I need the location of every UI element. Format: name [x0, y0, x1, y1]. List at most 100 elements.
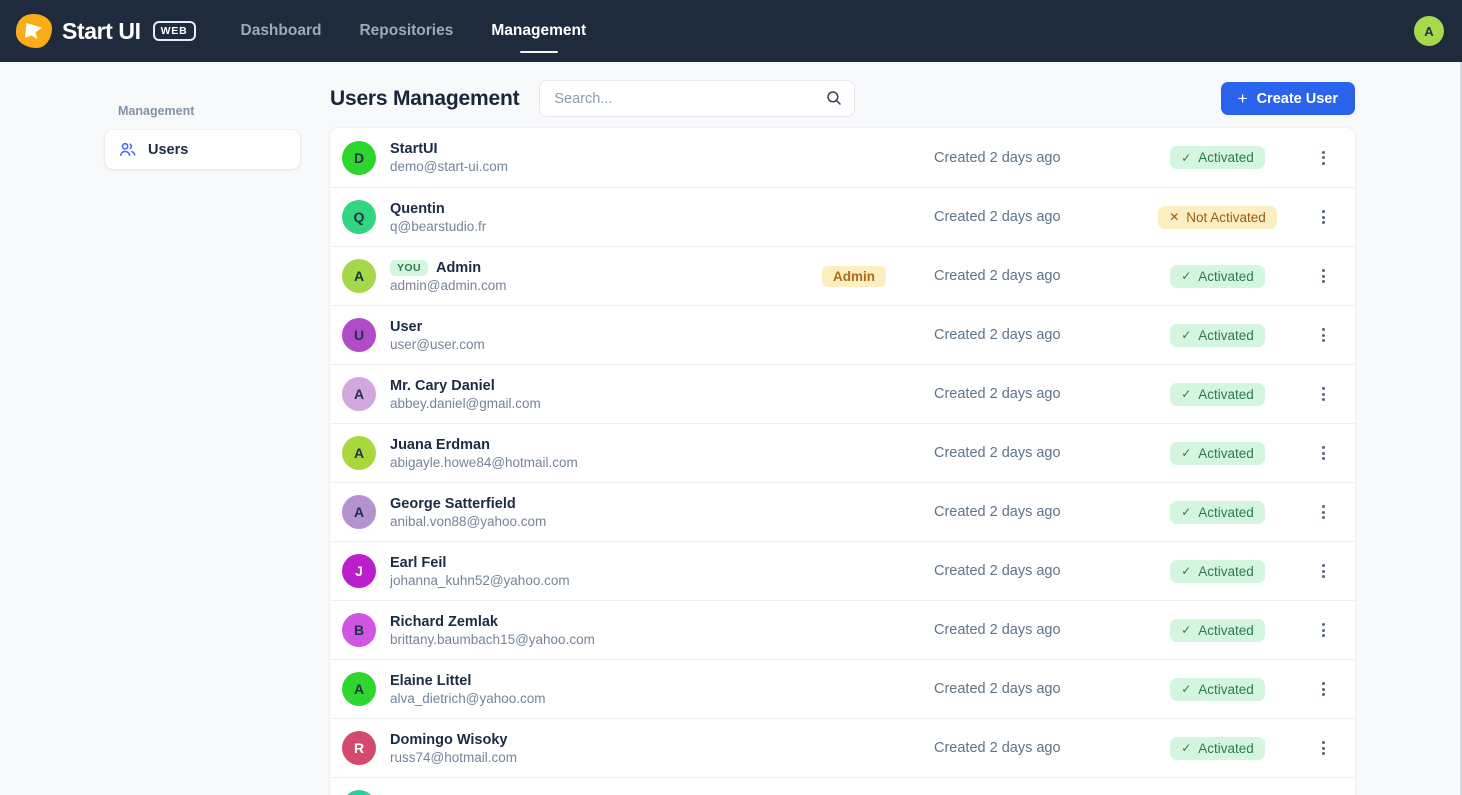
- startui-logo-icon: [16, 14, 52, 48]
- search-input[interactable]: [539, 80, 855, 117]
- status-badge: ✓ Activated: [1170, 501, 1265, 524]
- row-actions-menu-button[interactable]: [1303, 735, 1343, 761]
- user-row-left: U User user@user.com: [342, 318, 934, 352]
- kebab-icon: [1322, 387, 1325, 401]
- user-name-link[interactable]: Quentin: [390, 201, 445, 217]
- user-identity: Elaine Littel alva_dietrich@yahoo.com: [390, 673, 546, 706]
- user-identity: Quentin q@bearstudio.fr: [390, 201, 486, 234]
- user-avatar: R: [342, 731, 376, 765]
- user-name-line: User: [390, 319, 485, 335]
- status-column: ✓ Activated: [1132, 146, 1303, 169]
- created-text: Created 2 days ago: [934, 563, 1132, 579]
- status-badge: ✓ Activated: [1170, 324, 1265, 347]
- status-column: ✓ Activated: [1132, 501, 1303, 524]
- user-avatar: A: [342, 377, 376, 411]
- created-text: Created 2 days ago: [934, 504, 1132, 520]
- logo-arrow-icon: [25, 23, 42, 39]
- status-icon: ✓: [1181, 328, 1191, 342]
- row-actions-menu-button[interactable]: [1303, 322, 1343, 348]
- main-content: Users Management + Create User D: [330, 62, 1462, 795]
- created-text: Created 2 days ago: [934, 327, 1132, 343]
- user-name-link[interactable]: Richard Zemlak: [390, 614, 498, 630]
- user-row-left: Max Hilll: [342, 790, 934, 795]
- user-name-link[interactable]: Earl Feil: [390, 555, 446, 571]
- user-name-link[interactable]: User: [390, 319, 422, 335]
- status-label: Activated: [1198, 564, 1254, 579]
- user-row-left: J Earl Feil johanna_kuhn52@yahoo.com: [342, 554, 934, 588]
- user-row: A Juana Erdman abigayle.howe84@hotmail.c…: [330, 423, 1355, 482]
- account-avatar[interactable]: A: [1414, 16, 1444, 46]
- status-badge: ✕ Not Activated: [1158, 206, 1277, 229]
- web-badge: WEB: [153, 21, 196, 41]
- user-name-line: George Satterfield: [390, 496, 546, 512]
- user-name-link[interactable]: Domingo Wisoky: [390, 732, 508, 748]
- user-name-link[interactable]: George Satterfield: [390, 496, 516, 512]
- user-avatar: A: [342, 259, 376, 293]
- user-name-link[interactable]: Juana Erdman: [390, 437, 490, 453]
- status-icon: ✓: [1181, 151, 1191, 165]
- kebab-icon: [1322, 505, 1325, 519]
- nav-item-management[interactable]: Management: [472, 0, 605, 62]
- row-actions-menu-button[interactable]: [1303, 204, 1343, 230]
- nav-item-dashboard[interactable]: Dashboard: [222, 0, 341, 62]
- user-avatar: J: [342, 554, 376, 588]
- kebab-icon: [1322, 682, 1325, 696]
- status-icon: ✓: [1181, 564, 1191, 578]
- row-actions-menu-button[interactable]: [1303, 145, 1343, 171]
- user-row-left: R Domingo Wisoky russ74@hotmail.com: [342, 731, 934, 765]
- brand-logo[interactable]: Start UI WEB: [16, 14, 196, 48]
- status-badge: ✓ Activated: [1170, 678, 1265, 701]
- status-label: Not Activated: [1186, 210, 1266, 225]
- status-label: Activated: [1198, 387, 1254, 402]
- plus-icon: +: [1238, 90, 1248, 107]
- user-row: D StartUI demo@start-ui.com Created 2 da…: [330, 128, 1355, 187]
- user-row: Max Hilll: [330, 777, 1355, 795]
- kebab-icon: [1322, 564, 1325, 578]
- sidebar-item-users[interactable]: Users: [105, 130, 300, 169]
- row-actions-menu-button[interactable]: [1303, 381, 1343, 407]
- user-email: anibal.von88@yahoo.com: [390, 514, 546, 529]
- user-row-left: A George Satterfield anibal.von88@yahoo.…: [342, 495, 934, 529]
- user-row-left: A YOU Admin admin@admin.com: [342, 259, 822, 293]
- user-row: R Domingo Wisoky russ74@hotmail.com Crea…: [330, 718, 1355, 777]
- status-column: ✓ Activated: [1132, 678, 1303, 701]
- user-name-link[interactable]: StartUI: [390, 141, 438, 157]
- user-identity: Mr. Cary Daniel abbey.daniel@gmail.com: [390, 378, 541, 411]
- user-identity: Earl Feil johanna_kuhn52@yahoo.com: [390, 555, 570, 588]
- user-name-link[interactable]: Mr. Cary Daniel: [390, 378, 495, 394]
- user-row: B Richard Zemlak brittany.baumbach15@yah…: [330, 600, 1355, 659]
- status-column: ✓ Activated: [1132, 619, 1303, 642]
- user-avatar: B: [342, 613, 376, 647]
- kebab-icon: [1322, 328, 1325, 342]
- user-name-line: Quentin: [390, 201, 486, 217]
- row-actions-menu-button[interactable]: [1303, 676, 1343, 702]
- row-actions-menu-button[interactable]: [1303, 440, 1343, 466]
- user-name-line: Richard Zemlak: [390, 614, 595, 630]
- nav-item-repositories[interactable]: Repositories: [340, 0, 472, 62]
- status-badge: ✓ Activated: [1170, 619, 1265, 642]
- kebab-icon: [1322, 623, 1325, 637]
- user-identity: User user@user.com: [390, 319, 485, 352]
- user-email: alva_dietrich@yahoo.com: [390, 691, 546, 706]
- user-name-line: Domingo Wisoky: [390, 732, 517, 748]
- create-user-button[interactable]: + Create User: [1221, 82, 1355, 115]
- user-name-link[interactable]: Admin: [436, 260, 481, 276]
- status-badge: ✓ Activated: [1170, 383, 1265, 406]
- status-badge: ✓ Activated: [1170, 146, 1265, 169]
- user-row: A YOU Admin admin@admin.com Admin Create…: [330, 246, 1355, 305]
- status-icon: ✓: [1181, 446, 1191, 460]
- user-name-line: Elaine Littel: [390, 673, 546, 689]
- user-email: abbey.daniel@gmail.com: [390, 396, 541, 411]
- sidebar-item-label: Users: [148, 142, 188, 158]
- user-name-link[interactable]: Elaine Littel: [390, 673, 471, 689]
- row-actions-menu-button[interactable]: [1303, 617, 1343, 643]
- user-identity: YOU Admin admin@admin.com: [390, 260, 507, 293]
- user-email: demo@start-ui.com: [390, 159, 508, 174]
- row-actions-menu-button[interactable]: [1303, 499, 1343, 525]
- created-text: Created 2 days ago: [934, 386, 1132, 402]
- created-text: Created 2 days ago: [934, 622, 1132, 638]
- row-actions-menu-button[interactable]: [1303, 558, 1343, 584]
- app-body: Management Users Users Management: [0, 62, 1462, 795]
- row-actions-menu-button[interactable]: [1303, 263, 1343, 289]
- user-email: johanna_kuhn52@yahoo.com: [390, 573, 570, 588]
